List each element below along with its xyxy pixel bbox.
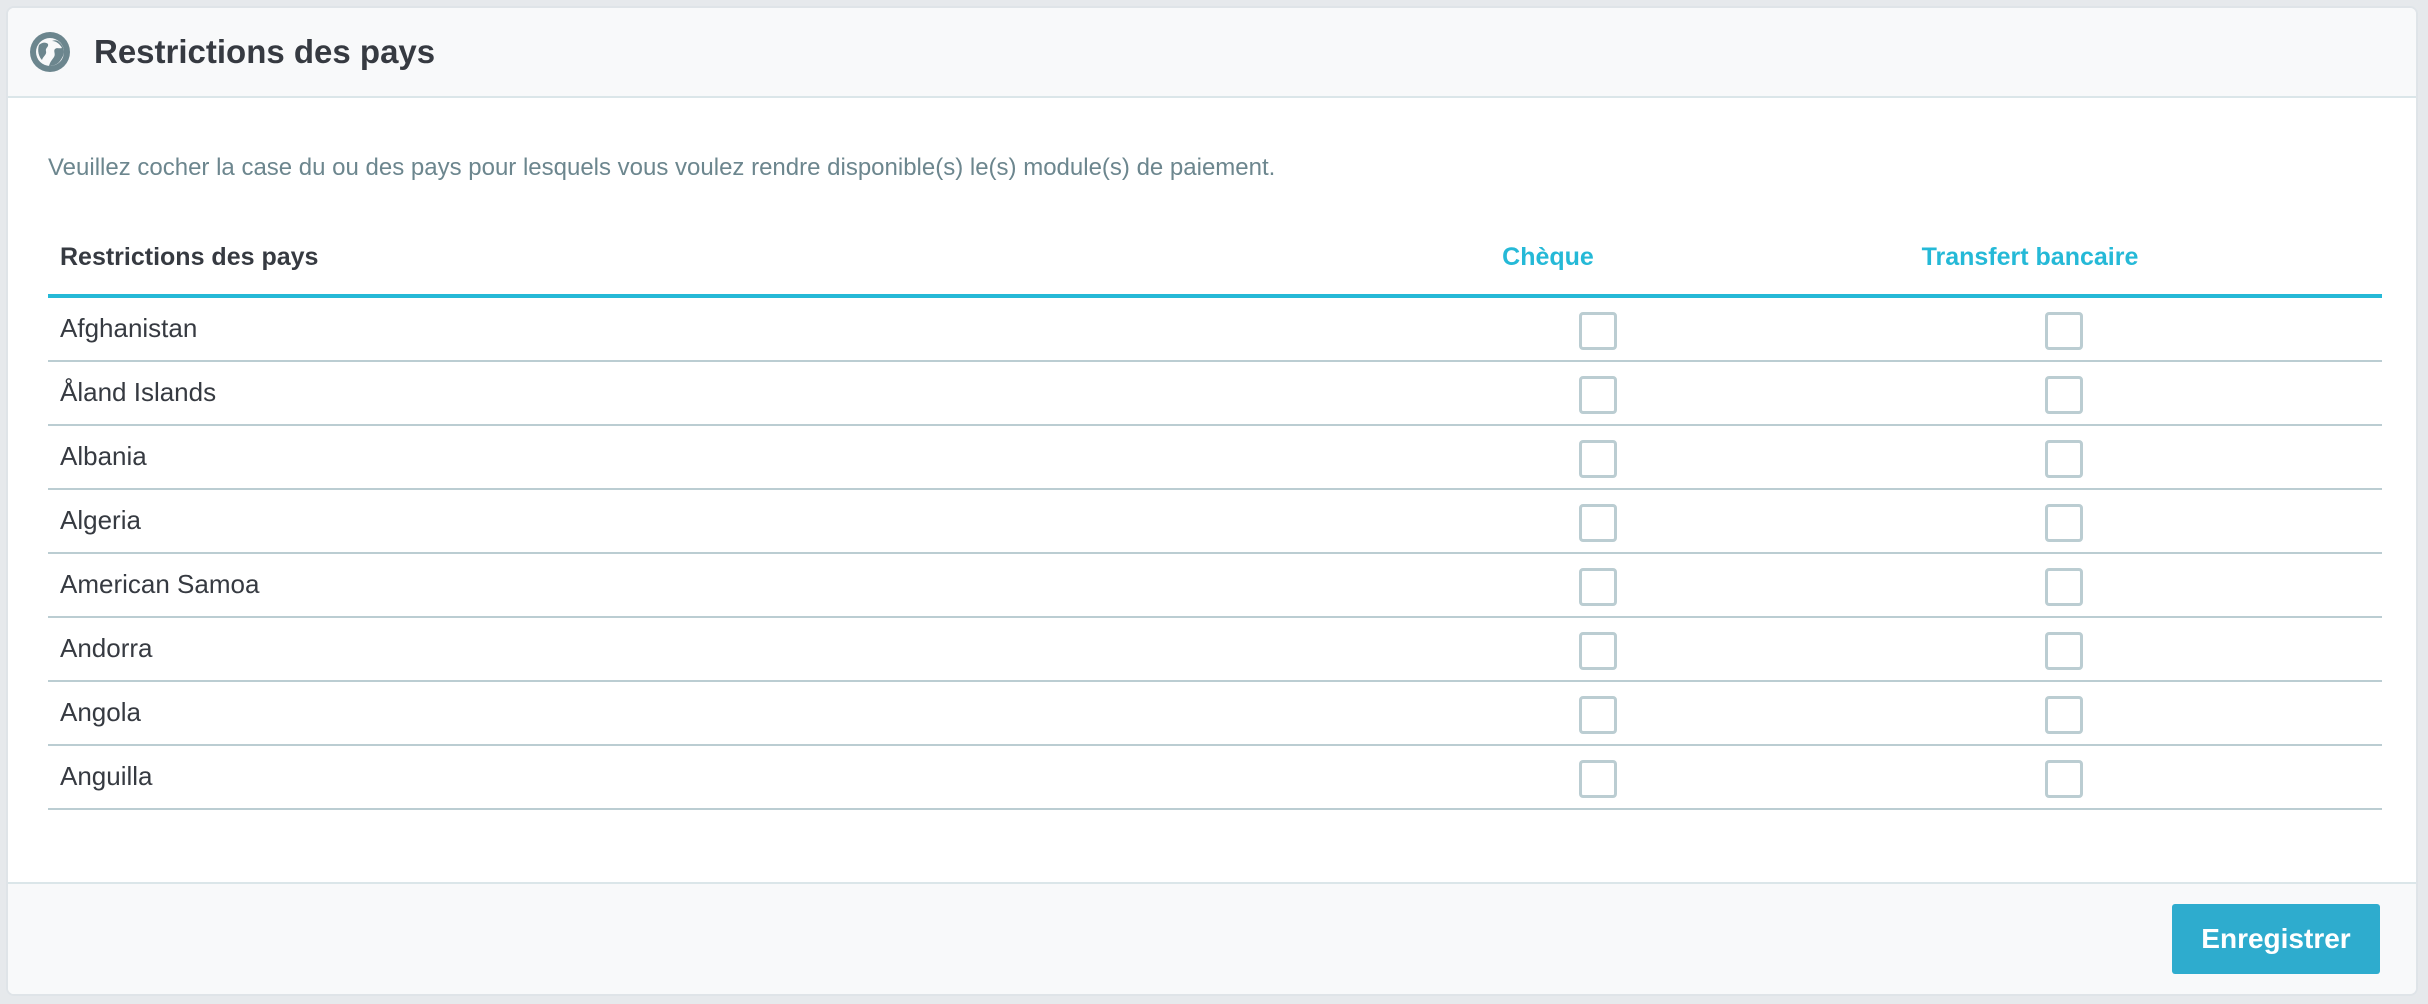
- bank-transfer-checkbox[interactable]: [2045, 696, 2083, 734]
- bank-transfer-checkbox[interactable]: [2045, 504, 2083, 542]
- table-row: Anguilla: [48, 746, 2382, 810]
- country-name: Åland Islands: [60, 377, 217, 407]
- bank-transfer-checkbox[interactable]: [2045, 376, 2083, 414]
- table-row: Albania: [48, 426, 2382, 490]
- column-header-bank-transfer[interactable]: Transfert bancaire: [1830, 240, 2230, 274]
- table-row: Andorra: [48, 618, 2382, 682]
- help-text: Veuillez cocher la case du ou des pays p…: [48, 154, 1276, 181]
- bank-transfer-checkbox[interactable]: [2045, 312, 2083, 350]
- country-name: Angola: [60, 697, 141, 727]
- country-name: Afghanistan: [60, 313, 198, 343]
- cheque-checkbox[interactable]: [1579, 312, 1617, 350]
- bank-transfer-checkbox[interactable]: [2045, 632, 2083, 670]
- bank-transfer-checkbox[interactable]: [2045, 440, 2083, 478]
- table-row: Afghanistan: [48, 298, 2382, 362]
- panel-header: Restrictions des pays: [8, 8, 2416, 98]
- bank-transfer-checkbox[interactable]: [2045, 760, 2083, 798]
- country-name: Albania: [60, 441, 147, 471]
- country-name: Andorra: [60, 633, 153, 663]
- panel-title: Restrictions des pays: [94, 33, 436, 70]
- cheque-checkbox[interactable]: [1579, 440, 1617, 478]
- country-name: Anguilla: [60, 761, 153, 791]
- column-header-cheque[interactable]: Chèque: [1398, 240, 1698, 274]
- country-restrictions-panel: Restrictions des pays Veuillez cocher la…: [6, 6, 2418, 996]
- table-row: Åland Islands: [48, 362, 2382, 426]
- save-button[interactable]: Enregistrer: [2172, 904, 2380, 974]
- table-row: Algeria: [48, 490, 2382, 554]
- panel-footer: Enregistrer: [8, 882, 2416, 994]
- cheque-checkbox[interactable]: [1579, 376, 1617, 414]
- country-name: Algeria: [60, 505, 141, 535]
- cheque-checkbox[interactable]: [1579, 696, 1617, 734]
- country-name: American Samoa: [60, 569, 260, 599]
- table-header: Restrictions des pays Chèque Transfert b…: [48, 222, 2382, 298]
- cheque-checkbox[interactable]: [1579, 504, 1617, 542]
- table-row: American Samoa: [48, 554, 2382, 618]
- country-restrictions-table: Restrictions des pays Chèque Transfert b…: [48, 222, 2382, 810]
- cheque-checkbox[interactable]: [1579, 760, 1617, 798]
- cheque-checkbox[interactable]: [1579, 568, 1617, 606]
- globe-icon: [30, 32, 70, 72]
- column-header-country: Restrictions des pays: [60, 243, 319, 271]
- cheque-checkbox[interactable]: [1579, 632, 1617, 670]
- bank-transfer-checkbox[interactable]: [2045, 568, 2083, 606]
- table-row: Angola: [48, 682, 2382, 746]
